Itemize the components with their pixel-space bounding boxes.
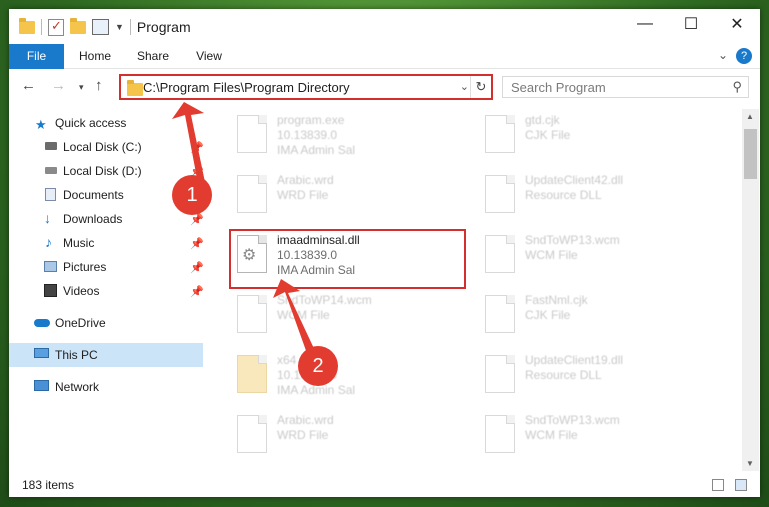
- step-badge-2: 2: [298, 346, 338, 386]
- explorer-window: ▼ Program — ☐ ✕ File Home Share View ⌄ ?…: [9, 9, 760, 497]
- step-badge-1: 1: [172, 175, 212, 215]
- annotation-arrows: [172, 102, 317, 359]
